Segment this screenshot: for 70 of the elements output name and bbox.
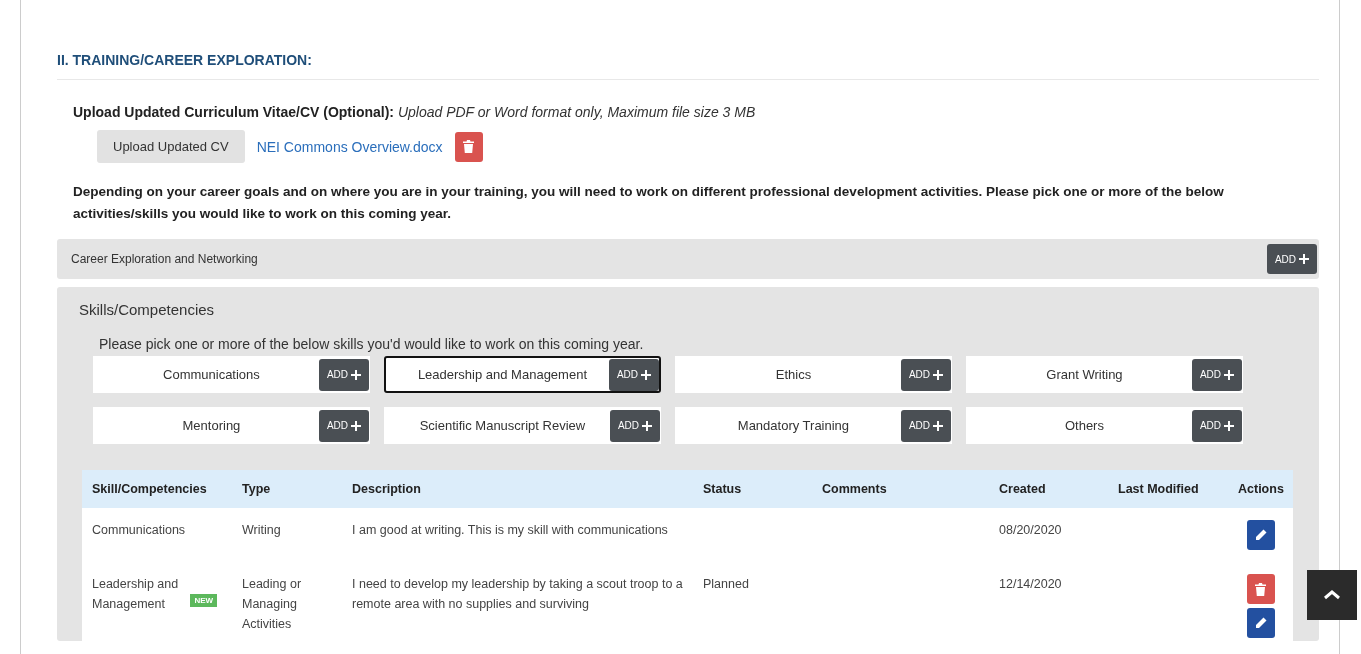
table-cell: I need to develop my leadership by taking a scout troop to a remote area with no supplies and surviving: [352, 577, 683, 611]
column-header: Comments: [822, 482, 887, 496]
add-button[interactable]: ADD: [1191, 409, 1242, 442]
skill-label: Mandatory Training: [736, 418, 851, 433]
trash-icon: [1255, 582, 1266, 596]
trash-icon: [463, 140, 475, 153]
column-header: Type: [242, 482, 271, 496]
intro-text: Depending on your career goals and on where you are in your training, you will need to work on different professional development activities. Please pick one or more of the below activities/skills you would like to work on this coming year.: [73, 183, 1225, 223]
plus-icon: [933, 369, 943, 380]
column-header: Skill/Competencies: [92, 482, 207, 496]
column-header: Description: [352, 482, 421, 496]
skills-prompt: Please pick one or more of the below skills you'd would like to work on this coming year.: [99, 336, 645, 352]
add-button[interactable]: ADD: [1266, 244, 1317, 274]
table-cell: Leading or Managing Activities: [242, 577, 302, 631]
upload-button[interactable]: Upload Updated CV: [97, 130, 245, 163]
skill-tile[interactable]: Ethics ADD: [675, 356, 952, 393]
skill-label: Communications: [162, 367, 261, 382]
plus-icon: [641, 369, 651, 380]
pencil-icon: [1254, 529, 1267, 541]
column-header: Last Modified: [1118, 482, 1199, 496]
skill-tile[interactable]: Grant Writing ADD: [966, 356, 1243, 393]
skill-tile[interactable]: Leadership and Management ADD: [384, 356, 661, 393]
add-button[interactable]: ADD: [900, 358, 951, 391]
column-header: Actions: [1238, 482, 1284, 496]
add-button[interactable]: ADD: [608, 358, 659, 391]
skill-label: Grant Writing: [1045, 367, 1124, 382]
skill-tile[interactable]: Scientific Manuscript Review ADD: [384, 407, 661, 444]
new-badge: NEW: [190, 594, 218, 607]
delete-button[interactable]: [1246, 574, 1275, 604]
table-cell: 12/14/2020: [999, 577, 1062, 591]
column-header: Status: [703, 482, 742, 496]
skill-tile[interactable]: Mentoring ADD: [93, 407, 370, 444]
table-cell: I am good at writing. This is my skill with communications: [352, 523, 668, 537]
add-button[interactable]: ADD: [318, 358, 369, 391]
skill-label: Scientific Manuscript Review: [418, 418, 587, 433]
panel-title: Career Exploration and Networking: [71, 252, 258, 266]
plus-icon: [1299, 254, 1309, 264]
table-cell: Planned: [703, 577, 749, 591]
skill-label: Leadership and Management: [416, 367, 588, 382]
table-cell-text: Leadership and Management: [92, 576, 180, 613]
plus-icon: [351, 369, 361, 380]
add-button[interactable]: ADD: [318, 409, 369, 442]
add-button[interactable]: ADD: [609, 409, 660, 442]
plus-icon: [1224, 420, 1234, 431]
plus-icon: [642, 420, 652, 431]
plus-icon: [933, 420, 943, 431]
skill-label: Mentoring: [181, 418, 242, 433]
chevron-up-icon: [1324, 590, 1340, 600]
table-cell: 08/20/2020: [999, 523, 1062, 537]
panel-title: Skills/Competencies: [79, 301, 216, 318]
edit-button[interactable]: [1246, 608, 1275, 638]
plus-icon: [1224, 369, 1234, 380]
plus-icon: [351, 420, 361, 431]
add-button[interactable]: ADD: [1191, 358, 1242, 391]
file-link[interactable]: NEI Commons Overview.docx: [256, 138, 443, 155]
skill-tile[interactable]: Others ADD: [966, 407, 1243, 444]
table-cell-text: Communications: [92, 522, 186, 539]
delete-button[interactable]: [454, 131, 483, 162]
add-button[interactable]: ADD: [900, 409, 951, 442]
pencil-icon: [1254, 617, 1267, 629]
upload-instruction: Upload Updated Curriculum Vitae/CV (Optional): Upload PDF or Word format only, Maximum file size 3 MB: [73, 104, 757, 120]
column-header: Created: [999, 482, 1046, 496]
skill-tile[interactable]: Mandatory Training ADD: [675, 407, 952, 444]
skill-label: Ethics: [774, 367, 813, 382]
section-title: II. TRAINING/CAREER EXPLORATION:: [57, 51, 313, 70]
skill-tile[interactable]: Communications ADD: [93, 356, 370, 393]
table-cell: Writing: [242, 523, 281, 537]
edit-button[interactable]: [1246, 520, 1275, 550]
skill-label: Others: [1063, 418, 1105, 433]
scroll-top-button[interactable]: [1307, 570, 1357, 620]
